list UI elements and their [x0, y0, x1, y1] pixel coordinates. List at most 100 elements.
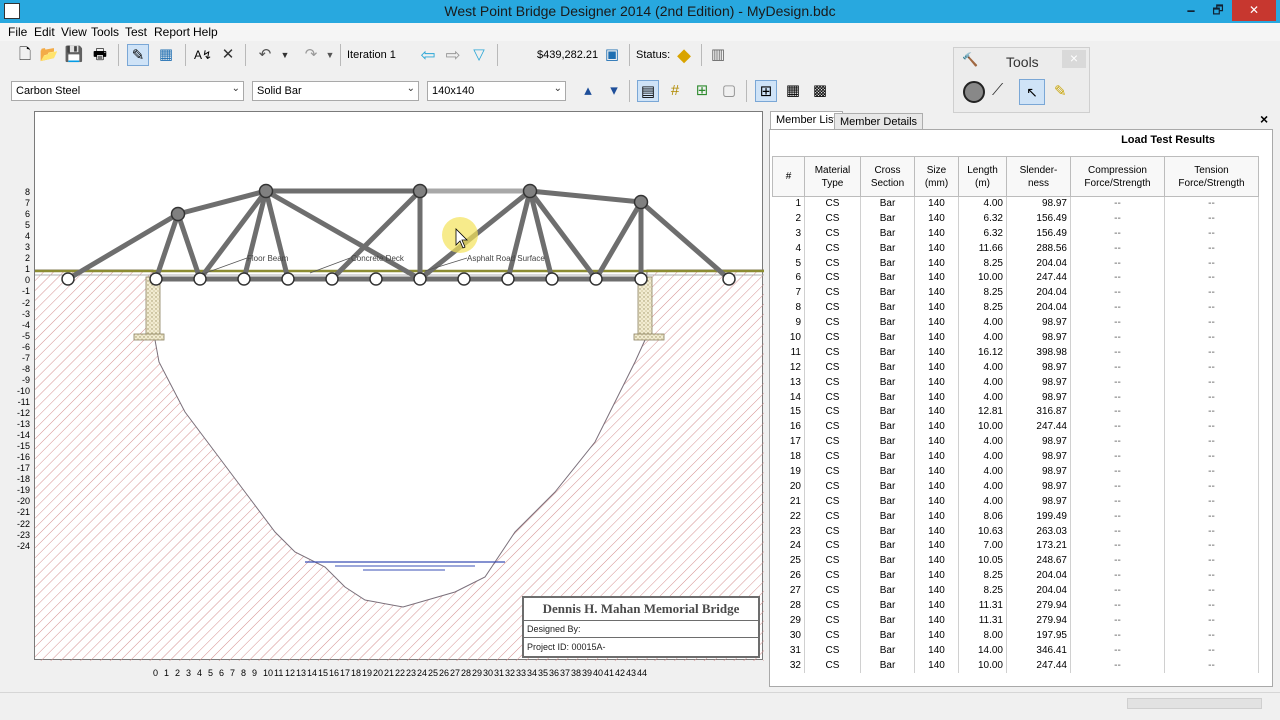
table-row[interactable]: 11 CS Bar 140 16.12 398.98 -- -- [772, 345, 1259, 361]
report-icon[interactable]: ▥ [707, 44, 729, 66]
table-row[interactable]: 24 CS Bar 140 7.00 173.21 -- -- [772, 538, 1259, 554]
table-cell: 247.44 [1006, 419, 1071, 435]
drawing-board-icon[interactable]: ✎ [127, 44, 149, 66]
table-row[interactable]: 3 CS Bar 140 6.32 156.49 -- -- [772, 226, 1259, 242]
column-header[interactable]: Cross Section [860, 156, 915, 197]
table-row[interactable]: 30 CS Bar 140 8.00 197.95 -- -- [772, 628, 1259, 644]
size-select[interactable]: 140x140 ⌄ [427, 81, 566, 101]
medium-grid-icon[interactable]: ▦ [782, 80, 804, 102]
menu-help[interactable]: Help [193, 25, 218, 39]
column-header[interactable]: Length (m) [958, 156, 1007, 197]
menu-tools[interactable]: Tools [91, 25, 119, 39]
column-header[interactable]: Slender-ness [1006, 156, 1071, 197]
member-numbers-icon[interactable]: # [664, 80, 686, 102]
status-sign-icon[interactable]: ◆ [673, 44, 695, 66]
table-row[interactable]: 17 CS Bar 140 4.00 98.97 -- -- [772, 434, 1259, 450]
close-button[interactable]: ✕ [1232, 0, 1276, 21]
drawing-canvas[interactable]: Floor Beam Concrete Deck Asphalt Road Su… [34, 111, 764, 661]
fine-grid-icon[interactable]: ▩ [809, 80, 831, 102]
table-row[interactable]: 9 CS Bar 140 4.00 98.97 -- -- [772, 315, 1259, 331]
bridge-drawing[interactable]: Floor Beam Concrete Deck Asphalt Road Su… [35, 112, 764, 661]
coarse-grid-icon[interactable]: ⊞ [755, 80, 777, 102]
open-file-icon[interactable]: 📂 [38, 44, 60, 66]
menu-test[interactable]: Test [125, 25, 147, 39]
rulers-icon[interactable]: ⊞ [691, 80, 713, 102]
table-row[interactable]: 4 CS Bar 140 11.66 288.56 -- -- [772, 241, 1259, 257]
table-cell: 140 [914, 464, 959, 480]
table-row[interactable]: 29 CS Bar 140 11.31 279.94 -- -- [772, 613, 1259, 629]
table-row[interactable]: 8 CS Bar 140 8.25 204.04 -- -- [772, 300, 1259, 316]
column-header[interactable]: # [772, 156, 805, 197]
table-row[interactable]: 10 CS Bar 140 4.00 98.97 -- -- [772, 330, 1259, 346]
material-select[interactable]: Carbon Steel ⌄ [11, 81, 244, 101]
save-icon[interactable]: 💾 [63, 44, 85, 66]
new-file-icon[interactable]: 🗋 [14, 44, 36, 66]
increase-size-icon[interactable]: ▴ [577, 80, 599, 102]
table-row[interactable]: 32 CS Bar 140 10.00 247.44 -- -- [772, 658, 1259, 673]
table-row[interactable]: 15 CS Bar 140 12.81 316.87 -- -- [772, 404, 1259, 420]
joint-tool-icon[interactable] [963, 81, 985, 103]
table-row[interactable]: 14 CS Bar 140 4.00 98.97 -- -- [772, 390, 1259, 405]
auto-correct-icon[interactable]: A↯ [192, 44, 214, 66]
column-header[interactable]: Tension Force/Strength [1164, 156, 1259, 197]
table-cell: CS [804, 330, 861, 346]
table-row[interactable]: 12 CS Bar 140 4.00 98.97 -- -- [772, 360, 1259, 376]
eraser-tool-icon[interactable]: ✎ [1054, 82, 1067, 100]
table-row[interactable]: 28 CS Bar 140 11.31 279.94 -- -- [772, 598, 1259, 614]
load-test-icon[interactable]: ▦ [155, 44, 177, 66]
table-row[interactable]: 19 CS Bar 140 4.00 98.97 -- -- [772, 464, 1259, 480]
table-cell: 21 [772, 494, 805, 510]
table-row[interactable]: 26 CS Bar 140 8.25 204.04 -- -- [772, 568, 1259, 584]
menu-view[interactable]: View [61, 25, 87, 39]
tools-close-button[interactable]: × [1062, 50, 1086, 68]
table-row[interactable]: 16 CS Bar 140 10.00 247.44 -- -- [772, 419, 1259, 435]
section-select[interactable]: Solid Bar ⌄ [252, 81, 419, 101]
table-row[interactable]: 13 CS Bar 140 4.00 98.97 -- -- [772, 375, 1259, 391]
member-list-toggle-icon[interactable]: ▤ [637, 80, 659, 102]
menu-file[interactable]: File [8, 25, 27, 39]
undo-dropdown-icon[interactable]: ▼ [274, 44, 296, 66]
y-tick-label: -15 [16, 441, 30, 452]
table-row[interactable]: 18 CS Bar 140 4.00 98.97 -- -- [772, 449, 1259, 465]
menu-edit[interactable]: Edit [34, 25, 55, 39]
column-header[interactable]: Compression Force/Strength [1070, 156, 1165, 197]
delete-icon[interactable]: ✕ [217, 44, 239, 66]
table-row[interactable]: 20 CS Bar 140 4.00 98.97 -- -- [772, 479, 1259, 495]
redo-dropdown-icon[interactable]: ▼ [319, 44, 341, 66]
table-row[interactable]: 1 CS Bar 140 4.00 98.97 -- -- [772, 196, 1259, 212]
dropdown-triangle-icon[interactable]: ▽ [468, 44, 490, 66]
horizontal-scrollbar[interactable] [1127, 698, 1262, 709]
back-arrow-icon[interactable]: ⇦ [417, 44, 439, 66]
y-tick-label: -7 [21, 352, 30, 363]
title-block-icon[interactable]: ▢ [718, 80, 740, 102]
maximize-button[interactable]: 🗗 [1205, 0, 1231, 21]
table-cell: Bar [860, 404, 915, 420]
table-cell: CS [804, 598, 861, 614]
minimize-button[interactable]: 🗕 [1178, 0, 1204, 21]
table-row[interactable]: 7 CS Bar 140 8.25 204.04 -- -- [772, 285, 1259, 301]
column-header[interactable]: Material Type [804, 156, 861, 197]
member-tool-icon[interactable]: ⟋ [992, 82, 1003, 100]
table-row[interactable]: 23 CS Bar 140 10.63 263.03 -- -- [772, 524, 1259, 539]
table-row[interactable]: 5 CS Bar 140 8.25 204.04 -- -- [772, 256, 1259, 271]
print-icon[interactable]: 🖶 [89, 44, 111, 66]
table-cell: 4.00 [958, 196, 1007, 212]
table-row[interactable]: 22 CS Bar 140 8.06 199.49 -- -- [772, 509, 1259, 525]
table-row[interactable]: 31 CS Bar 140 14.00 346.41 -- -- [772, 643, 1259, 659]
table-row[interactable]: 27 CS Bar 140 8.25 204.04 -- -- [772, 583, 1259, 599]
divider [524, 620, 758, 621]
table-cell: Bar [860, 598, 915, 614]
select-tool-icon[interactable]: ↖ [1019, 79, 1045, 105]
undo-icon[interactable]: ↶ [254, 44, 276, 66]
menu-report[interactable]: Report [154, 25, 190, 39]
table-cell: 140 [914, 360, 959, 376]
decrease-size-icon[interactable]: ▾ [603, 80, 625, 102]
calculator-icon[interactable]: ▣ [601, 44, 623, 66]
table-row[interactable]: 25 CS Bar 140 10.05 248.67 -- -- [772, 553, 1259, 569]
table-row[interactable]: 2 CS Bar 140 6.32 156.49 -- -- [772, 211, 1259, 227]
table-row[interactable]: 21 CS Bar 140 4.00 98.97 -- -- [772, 494, 1259, 510]
forward-arrow-icon[interactable]: ⇨ [442, 44, 464, 66]
table-row[interactable]: 6 CS Bar 140 10.00 247.44 -- -- [772, 270, 1259, 286]
panel-close-button[interactable]: × [1260, 111, 1268, 127]
column-header[interactable]: Size (mm) [914, 156, 959, 197]
